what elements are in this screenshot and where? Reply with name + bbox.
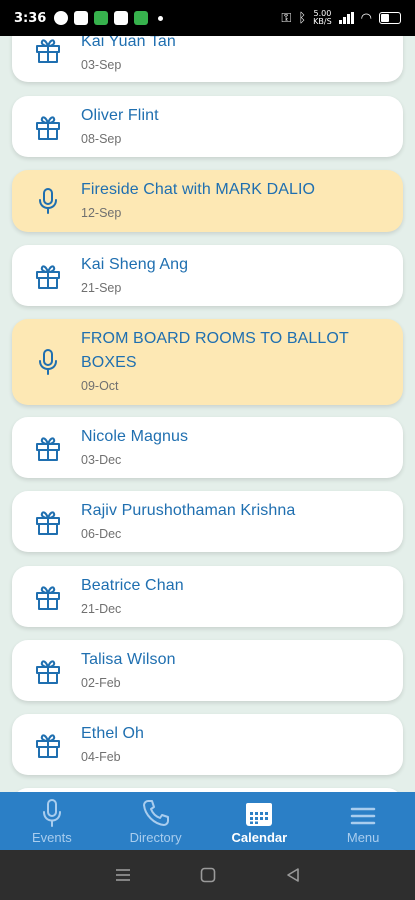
event-title: Beatrice Chan bbox=[81, 577, 184, 594]
status-time: 3:36 bbox=[14, 10, 47, 26]
media-notification-icon bbox=[54, 11, 69, 25]
home-icon bbox=[200, 867, 215, 883]
bottom-navigation: Events Directory Calendar Menu bbox=[0, 792, 415, 850]
more-notifications-icon bbox=[158, 15, 164, 21]
list-item[interactable]: Fireside Chat with MARK DALIO 12-Sep bbox=[12, 170, 403, 232]
event-title: Kai Sheng Ang bbox=[81, 256, 189, 273]
event-title: Nicole Magnus bbox=[81, 428, 189, 445]
nav-tab-directory[interactable]: Directory bbox=[104, 792, 208, 850]
status-bar: 3:36 ⚿ ᛒ 5.00 KB/S ◠ bbox=[0, 0, 415, 36]
event-date: 06-Dec bbox=[81, 527, 122, 541]
event-date: 09-Oct bbox=[81, 379, 119, 393]
gift-icon bbox=[36, 437, 60, 461]
gift-icon bbox=[36, 511, 60, 535]
event-title: Fireside Chat with MARK DALIO bbox=[81, 181, 316, 198]
system-navigation-bar bbox=[0, 850, 415, 900]
gift-icon bbox=[36, 586, 60, 610]
wifi-icon: ◠ bbox=[360, 10, 372, 26]
microphone-icon bbox=[39, 349, 57, 375]
gift-icon bbox=[36, 734, 60, 758]
event-date: 08-Sep bbox=[81, 132, 122, 146]
nav-tab-label: Menu bbox=[346, 830, 380, 845]
nav-tab-calendar[interactable]: Calendar bbox=[208, 792, 312, 850]
calendar-event-list[interactable]: Kai Yuan Tan 03-Sep Oliver Flint 08-Sep … bbox=[0, 36, 415, 792]
gift-icon bbox=[36, 660, 60, 684]
event-title: Oliver Flint bbox=[81, 107, 159, 124]
list-item[interactable]: Oliver Flint 08-Sep bbox=[12, 96, 403, 157]
nav-tab-menu[interactable]: Menu bbox=[311, 792, 415, 850]
event-title: Kai Yuan Tan bbox=[81, 36, 176, 50]
back-button[interactable] bbox=[278, 860, 308, 890]
calendar-icon bbox=[246, 803, 273, 826]
event-date: 12-Sep bbox=[81, 206, 122, 220]
shield-notification-icon bbox=[134, 11, 149, 25]
signal-icon bbox=[338, 12, 354, 24]
phone-icon bbox=[142, 800, 169, 826]
recent-apps-button[interactable] bbox=[108, 860, 138, 890]
event-date: 21-Dec bbox=[81, 602, 122, 616]
event-title: Rajiv Purushothaman Krishna bbox=[81, 502, 296, 519]
video-notification-icon bbox=[114, 11, 129, 25]
event-title: Talisa Wilson bbox=[81, 651, 176, 668]
battery-icon bbox=[379, 12, 401, 24]
bluetooth-icon: ᛒ bbox=[298, 10, 307, 26]
list-item[interactable]: Kai Sheng Ang 21-Sep bbox=[12, 245, 403, 306]
event-title: FROM BOARD ROOMS TO BALLOT BOXES bbox=[81, 330, 349, 371]
vpn-key-icon: ⚿ bbox=[281, 10, 292, 26]
gift-icon bbox=[36, 265, 60, 289]
list-item[interactable]: Nicole Magnus 03-Dec bbox=[12, 417, 403, 478]
list-item[interactable]: Kai Yuan Tan 03-Sep bbox=[12, 36, 403, 82]
event-date: 03-Sep bbox=[81, 58, 122, 72]
gift-icon bbox=[36, 39, 60, 63]
event-date: 04-Feb bbox=[81, 750, 121, 764]
microphone-icon bbox=[42, 799, 61, 827]
event-date: 02-Feb bbox=[81, 676, 121, 690]
network-speed-unit: KB/S bbox=[313, 17, 332, 26]
list-item[interactable]: Beatrice Chan 21-Dec bbox=[12, 566, 403, 627]
app-notification-icon bbox=[94, 11, 109, 25]
event-date: 21-Sep bbox=[81, 281, 122, 295]
home-button[interactable] bbox=[193, 860, 223, 890]
gift-icon bbox=[36, 116, 60, 140]
hamburger-menu-icon bbox=[350, 807, 376, 825]
event-date: 03-Dec bbox=[81, 453, 122, 467]
list-item[interactable]: Ethel Oh 04-Feb bbox=[12, 714, 403, 775]
back-icon bbox=[286, 868, 299, 882]
nav-tab-label: Events bbox=[32, 830, 72, 845]
nav-tab-label: Directory bbox=[129, 830, 182, 845]
microphone-icon bbox=[39, 188, 57, 214]
list-item[interactable]: Rajiv Purushothaman Krishna 06-Dec bbox=[12, 491, 403, 552]
list-item[interactable]: Talisa Wilson 02-Feb bbox=[12, 640, 403, 701]
game-notification-icon bbox=[74, 11, 89, 25]
recent-apps-icon bbox=[115, 869, 130, 881]
nav-tab-events[interactable]: Events bbox=[0, 792, 104, 850]
nav-tab-label: Calendar bbox=[231, 830, 288, 845]
event-title: Ethel Oh bbox=[81, 725, 145, 742]
list-item[interactable]: FROM BOARD ROOMS TO BALLOT BOXES 09-Oct bbox=[12, 319, 403, 405]
network-speed: 5.00 KB/S bbox=[313, 10, 332, 26]
